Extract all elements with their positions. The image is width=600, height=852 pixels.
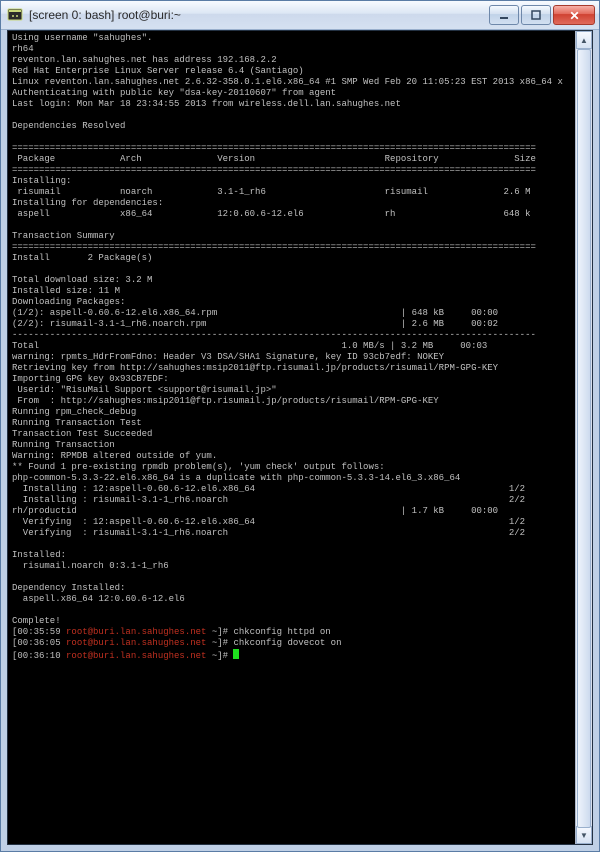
term-line: From : http://sahughes:msip2011@ftp.risu… bbox=[12, 396, 439, 406]
term-line: rh/productid | 1.7 kB 00:00 bbox=[12, 506, 498, 516]
term-line: Using username "sahughes". bbox=[12, 33, 152, 43]
close-button[interactable] bbox=[553, 5, 595, 25]
term-line: Installing : 12:aspell-0.60.6-12.el6.x86… bbox=[12, 484, 525, 494]
prompt-time: [00:36:10 bbox=[12, 651, 66, 661]
term-line: Transaction Summary bbox=[12, 231, 115, 241]
term-line: risumail noarch 3.1-1_rh6 risumail 2.6 M bbox=[12, 187, 530, 197]
term-line: Linux reventon.lan.sahughes.net 2.6.32-3… bbox=[12, 77, 563, 87]
prompt-host: root@buri.lan.sahughes.net bbox=[66, 627, 206, 637]
prompt-tail: ~]# bbox=[206, 651, 233, 661]
cursor bbox=[233, 649, 239, 659]
term-line: Userid: "RisuMail Support <support@risum… bbox=[12, 385, 277, 395]
scroll-thumb[interactable] bbox=[577, 49, 591, 828]
term-line: Installing for dependencies: bbox=[12, 198, 163, 208]
term-sep: ========================================… bbox=[12, 242, 536, 252]
term-line: Installing: bbox=[12, 176, 71, 186]
term-sep: ----------------------------------------… bbox=[12, 330, 536, 340]
term-line: reventon.lan.sahughes.net has address 19… bbox=[12, 55, 277, 65]
command: chkconfig httpd on bbox=[233, 627, 330, 637]
term-line: Transaction Test Succeeded bbox=[12, 429, 152, 439]
term-line: Total download size: 3.2 M bbox=[12, 275, 152, 285]
term-line: Authenticating with public key "dsa-key-… bbox=[12, 88, 336, 98]
maximize-icon bbox=[531, 10, 541, 20]
prompt-host: root@buri.lan.sahughes.net bbox=[66, 651, 206, 661]
term-line: (2/2): risumail-3.1-1_rh6.noarch.rpm | 2… bbox=[12, 319, 498, 329]
prompt-host: root@buri.lan.sahughes.net bbox=[66, 638, 206, 648]
term-line: Verifying : 12:aspell-0.60.6-12.el6.x86_… bbox=[12, 517, 525, 527]
window-buttons bbox=[489, 5, 595, 25]
term-line: Installed: bbox=[12, 550, 66, 560]
term-line: Complete! bbox=[12, 616, 61, 626]
term-line: aspell.x86_64 12:0.60.6-12.el6 bbox=[12, 594, 185, 604]
minimize-icon bbox=[499, 10, 509, 20]
maximize-button[interactable] bbox=[521, 5, 551, 25]
term-line: Total 1.0 MB/s | 3.2 MB 00:03 bbox=[12, 341, 487, 351]
scroll-up-button[interactable]: ▲ bbox=[576, 31, 592, 49]
app-window: [screen 0: bash] root@buri:~ Using usern… bbox=[0, 0, 600, 852]
term-header: Package Arch Version Repository Size bbox=[12, 154, 536, 164]
prompt-time: [00:35:59 bbox=[12, 627, 66, 637]
term-sep: ========================================… bbox=[12, 143, 536, 153]
term-line: Last login: Mon Mar 18 23:34:55 2013 fro… bbox=[12, 99, 401, 109]
term-sep: ========================================… bbox=[12, 165, 536, 175]
term-line: aspell x86_64 12:0.60.6-12.el6 rh 648 k bbox=[12, 209, 530, 219]
vertical-scrollbar[interactable]: ▲ ▼ bbox=[575, 31, 592, 844]
app-icon bbox=[7, 7, 23, 23]
term-line: Dependency Installed: bbox=[12, 583, 125, 593]
scroll-track[interactable] bbox=[576, 49, 592, 826]
window-title: [screen 0: bash] root@buri:~ bbox=[29, 8, 489, 22]
term-line: php-common-5.3.3-22.el6.x86_64 is a dupl… bbox=[12, 473, 460, 483]
term-line: Installing : risumail-3.1-1_rh6.noarch 2… bbox=[12, 495, 525, 505]
term-line: ** Found 1 pre-existing rpmdb problem(s)… bbox=[12, 462, 385, 472]
term-line: Running Transaction bbox=[12, 440, 115, 450]
term-line: Retrieving key from http://sahughes:msip… bbox=[12, 363, 498, 373]
titlebar[interactable]: [screen 0: bash] root@buri:~ bbox=[1, 1, 599, 30]
term-line: Warning: RPMDB altered outside of yum. bbox=[12, 451, 217, 461]
scroll-down-button[interactable]: ▼ bbox=[576, 826, 592, 844]
term-line: Install 2 Package(s) bbox=[12, 253, 152, 263]
term-line: (1/2): aspell-0.60.6-12.el6.x86_64.rpm |… bbox=[12, 308, 498, 318]
term-line: Running Transaction Test bbox=[12, 418, 142, 428]
term-line: Downloading Packages: bbox=[12, 297, 125, 307]
term-line: Running rpm_check_debug bbox=[12, 407, 136, 417]
prompt-tail: ~]# bbox=[206, 627, 233, 637]
term-line: Importing GPG key 0x93CB7EDF: bbox=[12, 374, 169, 384]
term-line: Installed size: 11 M bbox=[12, 286, 120, 296]
terminal-pane: Using username "sahughes". rh64 reventon… bbox=[7, 30, 593, 845]
term-line: Dependencies Resolved bbox=[12, 121, 125, 131]
command: chkconfig dovecot on bbox=[233, 638, 341, 648]
terminal-output[interactable]: Using username "sahughes". rh64 reventon… bbox=[8, 31, 576, 844]
term-line: Verifying : risumail-3.1-1_rh6.noarch 2/… bbox=[12, 528, 525, 538]
term-line: warning: rpmts_HdrFromFdno: Header V3 DS… bbox=[12, 352, 444, 362]
term-line: Red Hat Enterprise Linux Server release … bbox=[12, 66, 304, 76]
prompt-tail: ~]# bbox=[206, 638, 233, 648]
minimize-button[interactable] bbox=[489, 5, 519, 25]
prompt-time: [00:36:05 bbox=[12, 638, 66, 648]
term-line: rh64 bbox=[12, 44, 34, 54]
close-icon bbox=[569, 10, 580, 21]
term-line: risumail.noarch 0:3.1-1_rh6 bbox=[12, 561, 169, 571]
